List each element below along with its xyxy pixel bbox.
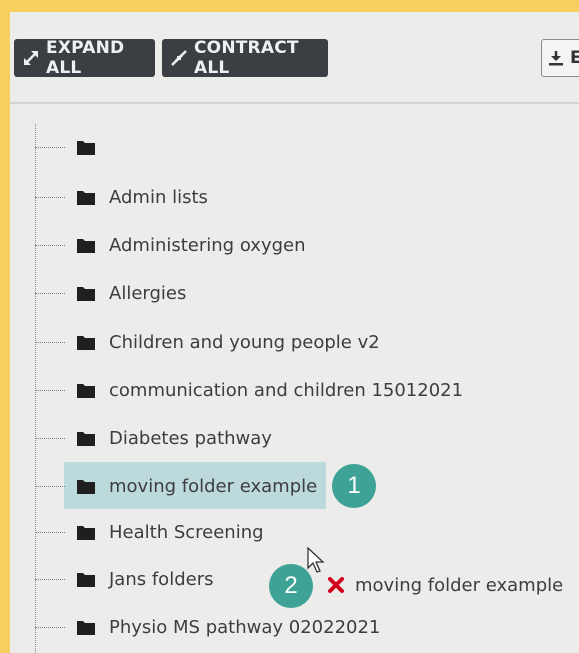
- tree-connector: [35, 244, 65, 246]
- step-badge-1: 1: [332, 464, 376, 508]
- tree-item-allergies[interactable]: Allergies: [35, 276, 186, 310]
- expand-all-label: EXPAND ALL: [46, 38, 125, 78]
- contract-arrows-icon: [171, 50, 187, 66]
- drag-ghost-label: moving folder example: [355, 574, 564, 596]
- tree-connector: [35, 626, 65, 628]
- contract-all-label: CONTRACT ALL: [194, 38, 299, 78]
- tree-item-label: moving folder example: [109, 475, 318, 497]
- tree-item-children-young-people[interactable]: Children and young people v2: [35, 325, 380, 359]
- contract-all-button[interactable]: CONTRACT ALL: [162, 38, 328, 78]
- tree-connector: [35, 485, 65, 487]
- folder-icon: [77, 190, 95, 205]
- drag-ghost: moving folder example: [327, 568, 563, 602]
- folder-icon: [77, 140, 95, 155]
- tree-connector: [35, 578, 65, 580]
- tree-item-label: communication and children 15012021: [109, 379, 464, 401]
- expand-arrows-icon: [24, 51, 38, 65]
- folder-icon: [77, 479, 95, 494]
- tree-connector: [35, 437, 65, 439]
- expand-all-button[interactable]: EXPAND ALL: [14, 38, 155, 78]
- folder-icon: [77, 286, 95, 301]
- tree-item-diabetes-pathway[interactable]: Diabetes pathway: [35, 421, 272, 455]
- tree-item-administering-oxygen[interactable]: Administering oxygen: [35, 228, 306, 262]
- export-button[interactable]: E: [541, 39, 579, 77]
- tree-root[interactable]: [35, 130, 109, 164]
- folder-icon: [77, 431, 95, 446]
- tree-connector: [35, 146, 65, 148]
- folder-icon: [77, 383, 95, 398]
- tree-item-jans-folders[interactable]: Jans folders: [35, 562, 213, 596]
- tree-item-label: Admin lists: [109, 186, 208, 208]
- tree-item-label: Administering oxygen: [109, 234, 306, 256]
- tree-item-label: Children and young people v2: [109, 331, 380, 353]
- cross-icon: [328, 577, 344, 593]
- tree-item-health-screening[interactable]: Health Screening: [35, 515, 264, 549]
- tree-item-label: Jans folders: [109, 568, 214, 590]
- tree-connector: [35, 292, 65, 294]
- tree-item-label: Diabetes pathway: [109, 427, 272, 449]
- export-label: E: [570, 48, 579, 68]
- folder-icon: [77, 620, 95, 635]
- tree-item-communication-children[interactable]: communication and children 15012021: [35, 373, 463, 407]
- tree-item-label: Physio MS pathway 02022021: [109, 616, 381, 638]
- tree-connector: [35, 196, 65, 198]
- tree-connector: [35, 531, 65, 533]
- tree-item-label: Health Screening: [109, 521, 264, 543]
- folder-icon: [77, 238, 95, 253]
- download-icon: [549, 51, 563, 66]
- tree-item-label: Allergies: [109, 282, 187, 304]
- folder-icon: [77, 572, 95, 587]
- tree-connector: [35, 341, 65, 343]
- tree-item-physio-ms-pathway[interactable]: Physio MS pathway 02022021: [35, 610, 380, 644]
- tree-connector: [35, 389, 65, 391]
- folder-icon: [77, 335, 95, 350]
- mouse-cursor-icon: [307, 547, 325, 573]
- tree-item-admin-lists[interactable]: Admin lists: [35, 180, 208, 214]
- tree-item-moving-folder-example[interactable]: moving folder example: [35, 462, 326, 509]
- tree-panel: EXPAND ALL CONTRACT ALL E Admin lists Ad…: [10, 12, 579, 653]
- toolbar-divider: [10, 102, 579, 104]
- folder-icon: [77, 525, 95, 540]
